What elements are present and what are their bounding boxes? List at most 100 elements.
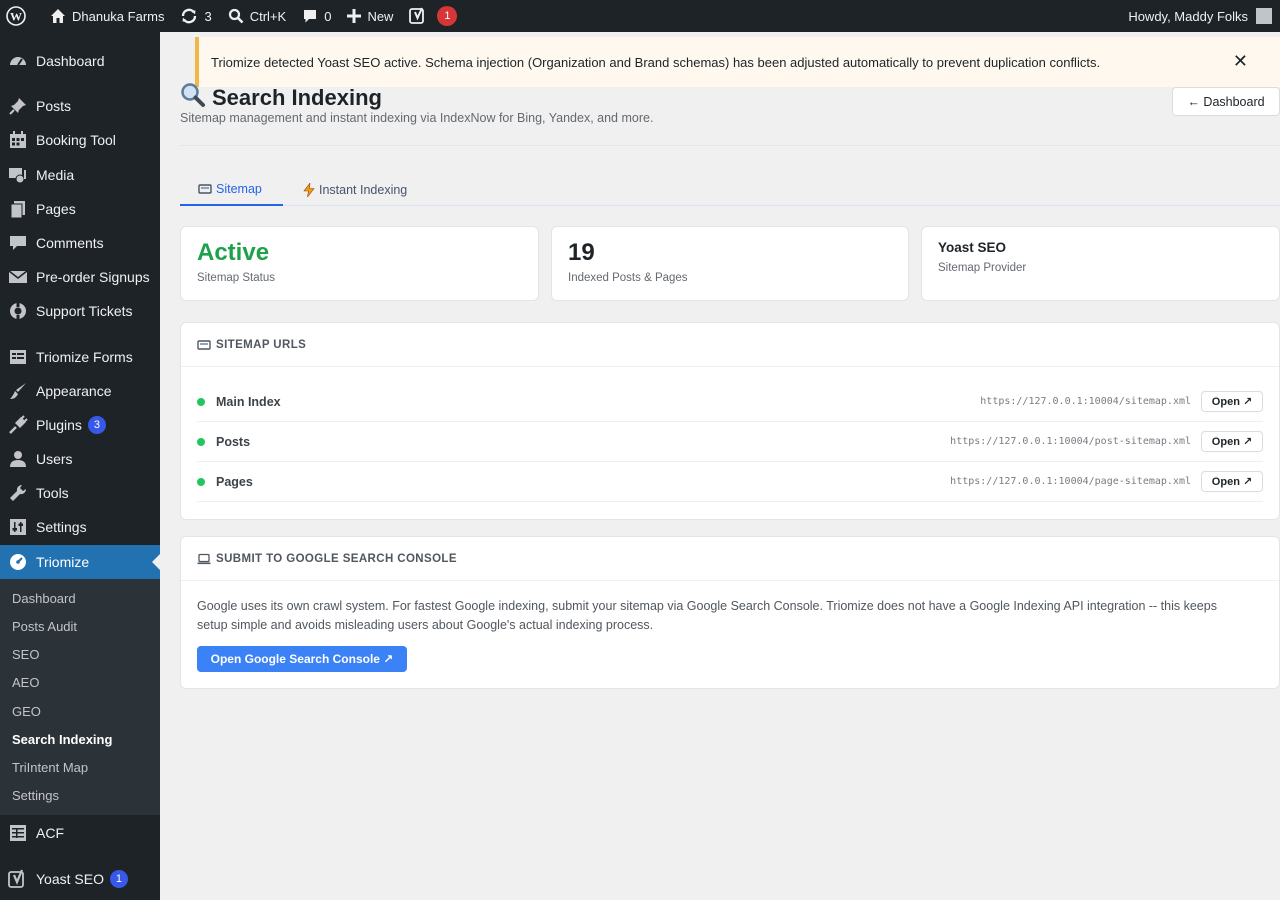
yoast-compat-notice: Triomize detected Yoast SEO active. Sche… bbox=[195, 37, 1280, 87]
sitemap-name: Pages bbox=[216, 474, 253, 489]
sidebar-item-label: Triomize bbox=[36, 554, 90, 570]
sidebar-item-label: Booking Tool bbox=[36, 132, 116, 148]
submenu-item-geo[interactable]: GEO bbox=[12, 704, 41, 719]
command-search[interactable]: Ctrl+K bbox=[220, 0, 294, 32]
sidebar-item-label: Plugins bbox=[36, 417, 82, 433]
sidebar-item-booking-tool[interactable]: Booking Tool bbox=[0, 123, 160, 157]
sidebar-item-support-tickets[interactable]: Support Tickets bbox=[0, 294, 160, 328]
close-icon[interactable]: ✕ bbox=[1233, 51, 1248, 71]
submenu-item-dashboard[interactable]: Dashboard bbox=[12, 591, 76, 606]
sidebar-item-comments[interactable]: Comments bbox=[0, 226, 160, 260]
site-name-link[interactable]: Dhanuka Farms bbox=[42, 0, 172, 32]
sidebar-item-label: Settings bbox=[36, 519, 87, 535]
media-icon bbox=[8, 165, 28, 185]
tab-label: Sitemap bbox=[216, 182, 262, 196]
sitemap-name: Posts bbox=[216, 434, 251, 449]
comment-icon bbox=[304, 10, 317, 23]
updates-link[interactable]: 3 bbox=[172, 0, 219, 32]
sidebar-item-label: Pages bbox=[36, 201, 76, 217]
open-google-search-console-button[interactable]: Open Google Search Console ↗ bbox=[197, 646, 407, 672]
sidebar-item-tools[interactable]: Tools bbox=[0, 476, 160, 510]
stat-value: Active bbox=[197, 239, 270, 266]
tab-instant-indexing[interactable]: Instant Indexing bbox=[285, 174, 425, 206]
stat-card-indexed-count: 19 Indexed Posts & Pages bbox=[551, 226, 909, 301]
tab-bar: Sitemap Instant Indexing bbox=[180, 174, 1280, 206]
gsc-card: SUBMIT TO GOOGLE SEARCH CONSOLE Google u… bbox=[180, 536, 1280, 689]
yoast-menu[interactable]: 1 bbox=[401, 0, 465, 32]
comment-icon bbox=[8, 233, 28, 253]
status-dot bbox=[197, 437, 205, 446]
main-content: Triomize detected Yoast SEO active. Sche… bbox=[160, 32, 1280, 900]
sidebar-item-users[interactable]: Users bbox=[0, 442, 160, 476]
sidebar-item-dashboard[interactable]: Dashboard bbox=[0, 44, 160, 78]
sidebar-item-appearance[interactable]: Appearance bbox=[0, 374, 160, 408]
page-title-text: Search Indexing bbox=[212, 85, 382, 110]
section-title: SITEMAP URLS bbox=[216, 338, 307, 351]
plugins-update-badge: 3 bbox=[87, 416, 106, 434]
greeting: Howdy, Maddy Folks bbox=[1128, 8, 1248, 24]
yoast-icon bbox=[8, 869, 28, 889]
sidebar-item-settings[interactable]: Settings bbox=[0, 510, 160, 544]
submenu-item-search-indexing[interactable]: Search Indexing bbox=[12, 732, 112, 747]
sidebar-item-label: Yoast SEO bbox=[36, 871, 104, 887]
updates-count: 3 bbox=[204, 8, 212, 24]
pin-icon bbox=[8, 96, 28, 116]
sidebar-item-label: Appearance bbox=[36, 383, 112, 399]
wordpress-logo-icon[interactable]: W bbox=[0, 0, 42, 32]
tab-label: Instant Indexing bbox=[319, 183, 408, 197]
sidebar-item-label: Comments bbox=[36, 235, 104, 251]
stat-card-sitemap-provider: Yoast SEO Sitemap Provider bbox=[921, 226, 1280, 301]
sidebar-item-acf[interactable]: ACF bbox=[0, 816, 160, 850]
home-icon bbox=[51, 9, 65, 23]
open-sitemap-button[interactable]: Open ↗ bbox=[1201, 431, 1263, 452]
sidebar-item-label: ACF bbox=[36, 825, 64, 841]
open-sitemap-button[interactable]: Open ↗ bbox=[1201, 471, 1263, 492]
forms-icon bbox=[8, 347, 28, 367]
sidebar-item-triomize[interactable]: Triomize bbox=[0, 545, 160, 579]
status-dot bbox=[197, 397, 205, 406]
brush-icon bbox=[8, 381, 28, 401]
sidebar-item-posts[interactable]: Posts bbox=[0, 89, 160, 123]
sidebar-item-triomize-forms[interactable]: Triomize Forms bbox=[0, 340, 160, 374]
submenu-item-triintent-map[interactable]: TriIntent Map bbox=[12, 760, 88, 775]
sidebar-item-pre-order-signups[interactable]: Pre-order Signups bbox=[0, 260, 160, 294]
tab-sitemap[interactable]: Sitemap bbox=[180, 174, 283, 206]
sidebar-item-media[interactable]: Media bbox=[0, 158, 160, 192]
my-account[interactable]: Howdy, Maddy Folks bbox=[1128, 8, 1280, 24]
sidebar-item-pages[interactable]: Pages bbox=[0, 192, 160, 226]
sidebar-item-label: Pre-order Signups bbox=[36, 269, 150, 285]
back-to-dashboard-button[interactable]: ← Dashboard bbox=[1172, 87, 1280, 116]
open-sitemap-button[interactable]: Open ↗ bbox=[1201, 391, 1263, 412]
gauge-icon bbox=[8, 552, 28, 572]
stat-card-sitemap-status: Active Sitemap Status bbox=[180, 226, 539, 301]
sitemap-row: Main Index https://127.0.0.1:10004/sitem… bbox=[197, 382, 1263, 422]
email-icon bbox=[8, 267, 28, 287]
page-subtitle: Sitemap management and instant indexing … bbox=[180, 111, 654, 125]
admin-bar: W Dhanuka Farms 3 Ctrl+K 0 New 1 Howdy, … bbox=[0, 0, 1280, 32]
sitemap-urls-card: SITEMAP URLS Main Index https://127.0.0.… bbox=[180, 322, 1280, 520]
stat-label: Indexed Posts & Pages bbox=[568, 272, 688, 284]
sidebar-item-yoast-seo[interactable]: Yoast SEO 1 bbox=[0, 862, 160, 896]
submenu-item-seo[interactable]: SEO bbox=[12, 647, 39, 662]
sitemap-icon bbox=[198, 183, 212, 195]
comments-link[interactable]: 0 bbox=[294, 0, 339, 32]
sidebar-item-label: Triomize Forms bbox=[36, 349, 133, 365]
admin-sidebar: Dashboard Posts Booking Tool Media Pages… bbox=[0, 32, 160, 900]
dashboard-icon bbox=[8, 51, 28, 71]
triomize-submenu: Dashboard Posts Audit SEO AEO GEO Search… bbox=[0, 579, 160, 815]
submenu-item-posts-audit[interactable]: Posts Audit bbox=[12, 619, 77, 634]
refresh-icon bbox=[182, 8, 197, 24]
magnifier-icon bbox=[180, 82, 206, 114]
new-content-link[interactable]: New bbox=[339, 0, 401, 32]
notice-text: Triomize detected Yoast SEO active. Sche… bbox=[211, 54, 1101, 70]
sidebar-item-plugins[interactable]: Plugins 3 bbox=[0, 408, 160, 442]
table-icon bbox=[8, 823, 28, 843]
submenu-item-settings[interactable]: Settings bbox=[12, 788, 59, 803]
wrench-icon bbox=[8, 483, 28, 503]
submenu-item-aeo[interactable]: AEO bbox=[12, 675, 39, 690]
yoast-icon bbox=[409, 7, 425, 24]
section-header: SUBMIT TO GOOGLE SEARCH CONSOLE bbox=[181, 537, 1279, 581]
pages-icon bbox=[8, 199, 28, 219]
search-icon bbox=[228, 8, 244, 24]
status-dot bbox=[197, 477, 205, 486]
